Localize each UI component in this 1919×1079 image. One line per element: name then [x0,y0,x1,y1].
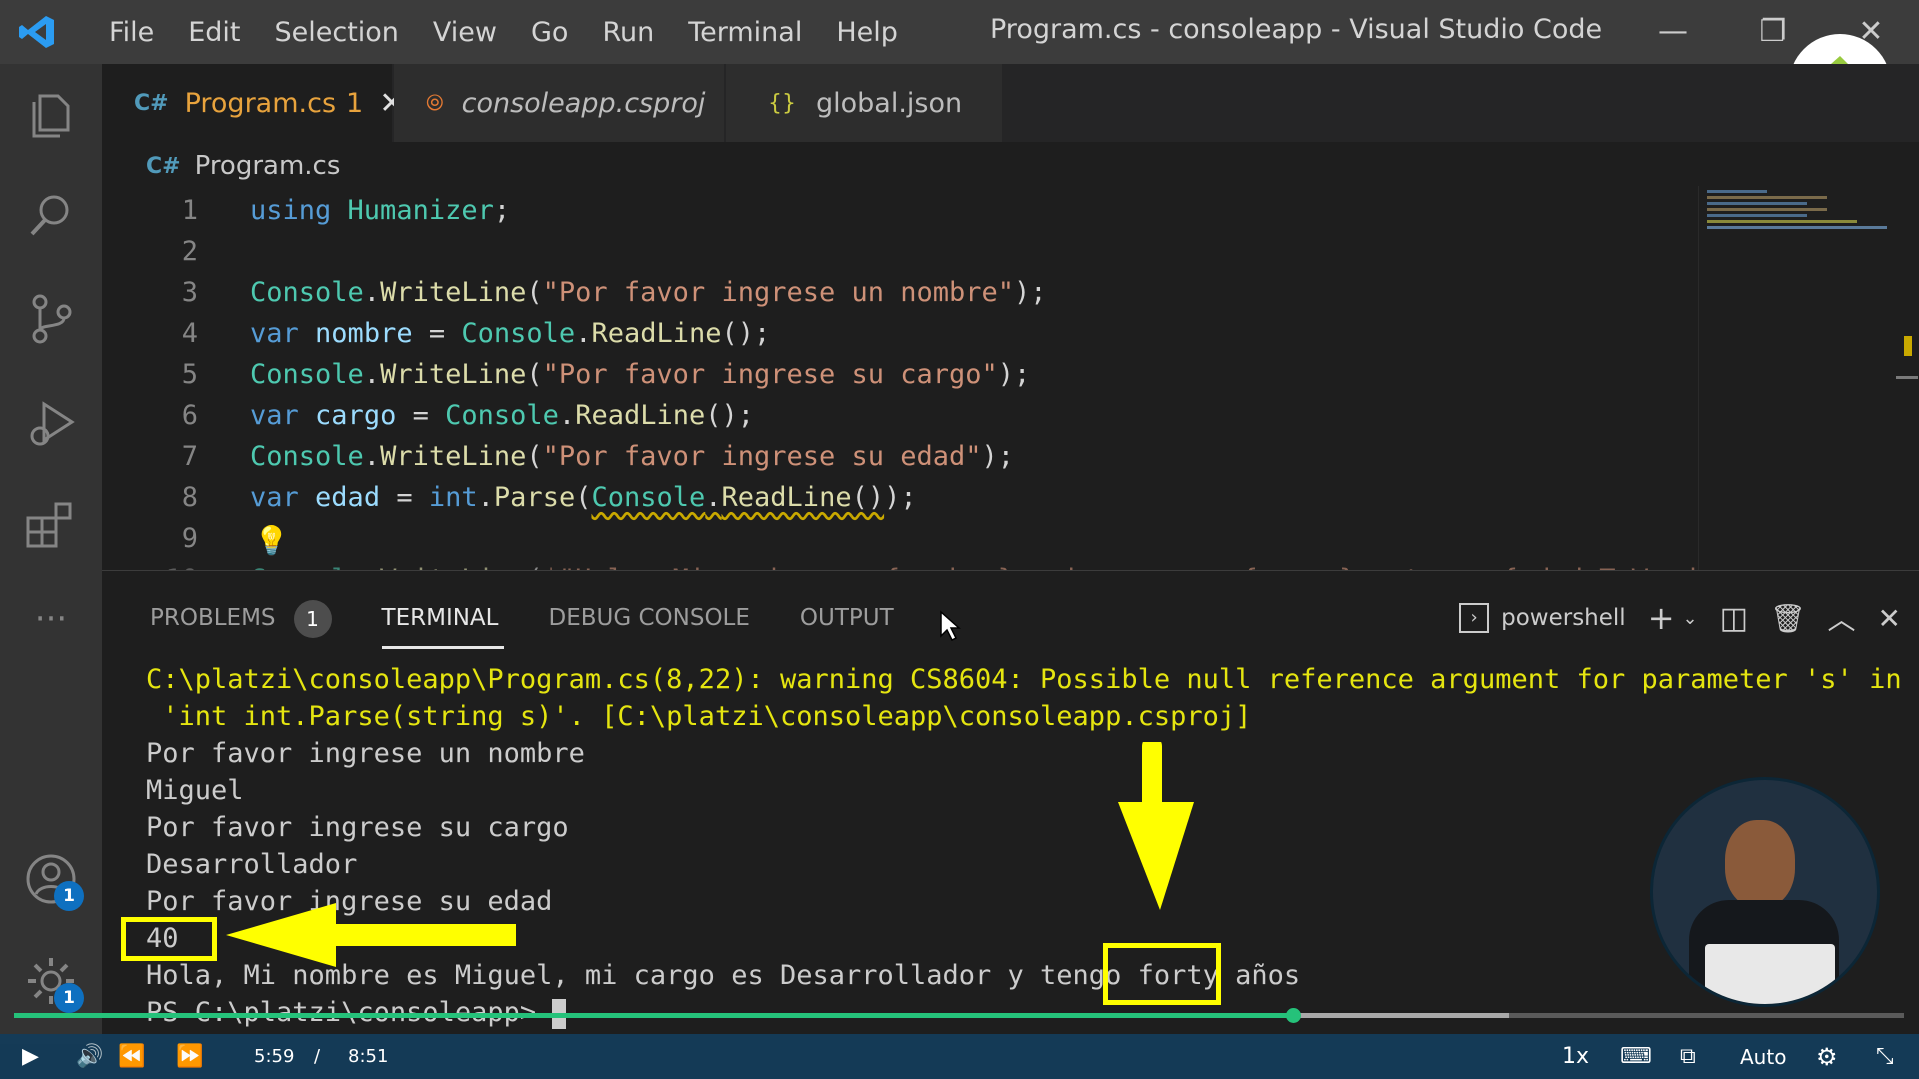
menu-selection[interactable]: Selection [257,17,415,48]
arrow-down-icon [1118,742,1194,910]
menu-view[interactable]: View [416,17,514,48]
tab-program-cs[interactable]: C# Program.cs 1 ✕ [102,64,404,142]
time-separator: / [314,1046,321,1067]
progress-played [14,1013,1294,1018]
code-line: 8 var edad = int.Parse(Console.ReadLine()… [181,482,917,513]
menu-bar: File Edit Selection View Go Run Terminal… [92,0,915,64]
code-line: 7 Console.WriteLine("Por favor ingrese su… [181,441,1015,472]
code-line: 2 [181,236,198,267]
mouse-cursor-icon [940,610,961,642]
panel-toolbar: › powershell + ⌄ ◫ 🗑 ︿ ✕ [1459,591,1901,645]
terminal-line: Miguel [146,775,244,806]
menu-run[interactable]: Run [585,17,671,48]
lightbulb-icon[interactable]: 💡 [254,520,289,561]
exit-fullscreen-icon[interactable]: ⤡ [1876,1036,1894,1078]
captions-icon[interactable]: ⌨ [1620,1036,1652,1078]
bottom-panel: PROBLEMS 1 TERMINAL DEBUG CONSOLE OUTPUT … [102,570,1919,1045]
tab-problems[interactable]: PROBLEMS 1 [150,593,332,643]
tab-terminal[interactable]: TERMINAL [381,593,505,649]
problems-badge: 1 [293,599,332,638]
terminal-icon: › [1459,603,1490,633]
volume-icon[interactable]: 🔊 [76,1036,103,1078]
code-line: 5 Console.WriteLine("Por favor ingrese su… [181,359,1031,390]
search-icon[interactable] [22,186,80,244]
csharp-file-icon: C# [134,90,169,116]
settings-badge: 1 [54,983,84,1013]
tab-debug-console[interactable]: DEBUG CONSOLE [548,593,749,643]
tab-label: Program.cs [184,87,337,119]
code-line: 6 var cargo = Console.ReadLine(); [181,400,755,431]
play-icon[interactable]: ▶ [22,1036,39,1078]
rss-file-icon: ⦾ [426,90,444,116]
terminal-warning-line: C:\platzi\consoleapp\Program.cs(8,22): w… [146,664,1902,695]
terminal-line: Por favor ingrese su cargo [146,812,569,843]
menu-help[interactable]: Help [819,17,915,48]
new-terminal-icon[interactable]: + [1648,599,1675,637]
vscode-logo-icon [19,16,54,48]
playback-speed[interactable]: 1x [1562,1036,1589,1078]
terminal-output[interactable]: C:\platzi\consoleapp\Program.cs(8,22): w… [146,661,1906,1031]
explorer-icon[interactable] [22,86,80,144]
current-time: 5:59 [254,1046,295,1067]
accounts-badge: 1 [54,881,84,911]
menu-file[interactable]: File [92,17,171,48]
trash-icon[interactable]: 🗑 [1770,602,1806,635]
shell-name[interactable]: powershell [1501,605,1626,631]
quality-setting[interactable]: Auto [1740,1036,1786,1078]
terminal-warning-line: 'int int.Parse(string s)'. [C:\platzi\co… [146,701,1252,732]
title-bar: File Edit Selection View Go Run Terminal… [0,0,1919,64]
duration: 8:51 [348,1046,389,1067]
code-line: 10Console.WriteLine($"Hola, Mi nombre es… [102,559,1698,570]
editor-tabs: C# Program.cs 1 ✕ ⦾ consoleapp.csproj {}… [102,64,1919,142]
menu-terminal[interactable]: Terminal [671,17,819,48]
highlight-box-forty [1103,943,1221,1005]
chevron-down-icon[interactable]: ⌄ [1683,608,1698,629]
code-line: 1 using Humanizer; [181,195,511,226]
minimize-icon[interactable]: — [1651,10,1695,54]
source-control-icon[interactable] [22,290,80,348]
minimap[interactable] [1698,186,1895,570]
terminal-line: Desarrollador [146,849,358,880]
split-terminal-icon[interactable]: ◫ [1720,601,1748,636]
menu-go[interactable]: Go [514,17,585,48]
breadcrumb-file[interactable]: Program.cs [195,151,341,181]
tab-problems-count: 1 [346,87,364,119]
highlight-box-40 [121,917,217,961]
panel-tabs: PROBLEMS 1 TERMINAL DEBUG CONSOLE OUTPUT [150,593,944,649]
activity-bar: ··· 1 1 [0,64,102,1044]
code-line: 4 var nombre = Console.ReadLine(); [181,318,771,349]
instructor-webcam [1650,777,1880,1007]
extensions-icon[interactable] [22,496,80,554]
close-panel-icon[interactable]: ✕ [1878,602,1901,635]
tab-output[interactable]: OUTPUT [800,593,894,643]
progress-handle[interactable] [1286,1008,1301,1023]
code-line: 3 Console.WriteLine("Por favor ingrese un… [181,277,1047,308]
tab-label: consoleapp.csproj [461,87,706,119]
breadcrumb: C# Program.cs [146,146,340,186]
picture-in-picture-icon[interactable]: ⧉ [1680,1036,1696,1078]
chevron-up-icon[interactable]: ︿ [1828,598,1856,638]
code-editor[interactable]: 1 using Humanizer; 2 3 Console.WriteLine("… [102,186,1698,570]
tab-global-json[interactable]: {} global.json [726,64,1002,142]
editor-scrollbar[interactable] [1894,186,1919,570]
terminal-line: Por favor ingrese un nombre [146,738,585,769]
code-line: 9 💡 [102,518,1698,559]
tab-consoleapp-csproj[interactable]: ⦾ consoleapp.csproj [394,64,724,142]
fast-forward-icon[interactable]: ⏩ [176,1036,203,1078]
run-debug-icon[interactable] [22,394,80,452]
json-file-icon: {} [768,90,796,116]
settings-icon[interactable]: ⚙ [1816,1036,1838,1078]
more-icon[interactable]: ··· [22,602,80,662]
arrow-left-icon [226,903,516,967]
menu-edit[interactable]: Edit [171,17,257,48]
rewind-icon[interactable]: ⏪ [118,1036,145,1078]
csharp-file-icon: C# [146,153,181,179]
tab-label: global.json [816,87,963,119]
window-title: Program.cs - consoleapp - Visual Studio … [990,14,1603,45]
